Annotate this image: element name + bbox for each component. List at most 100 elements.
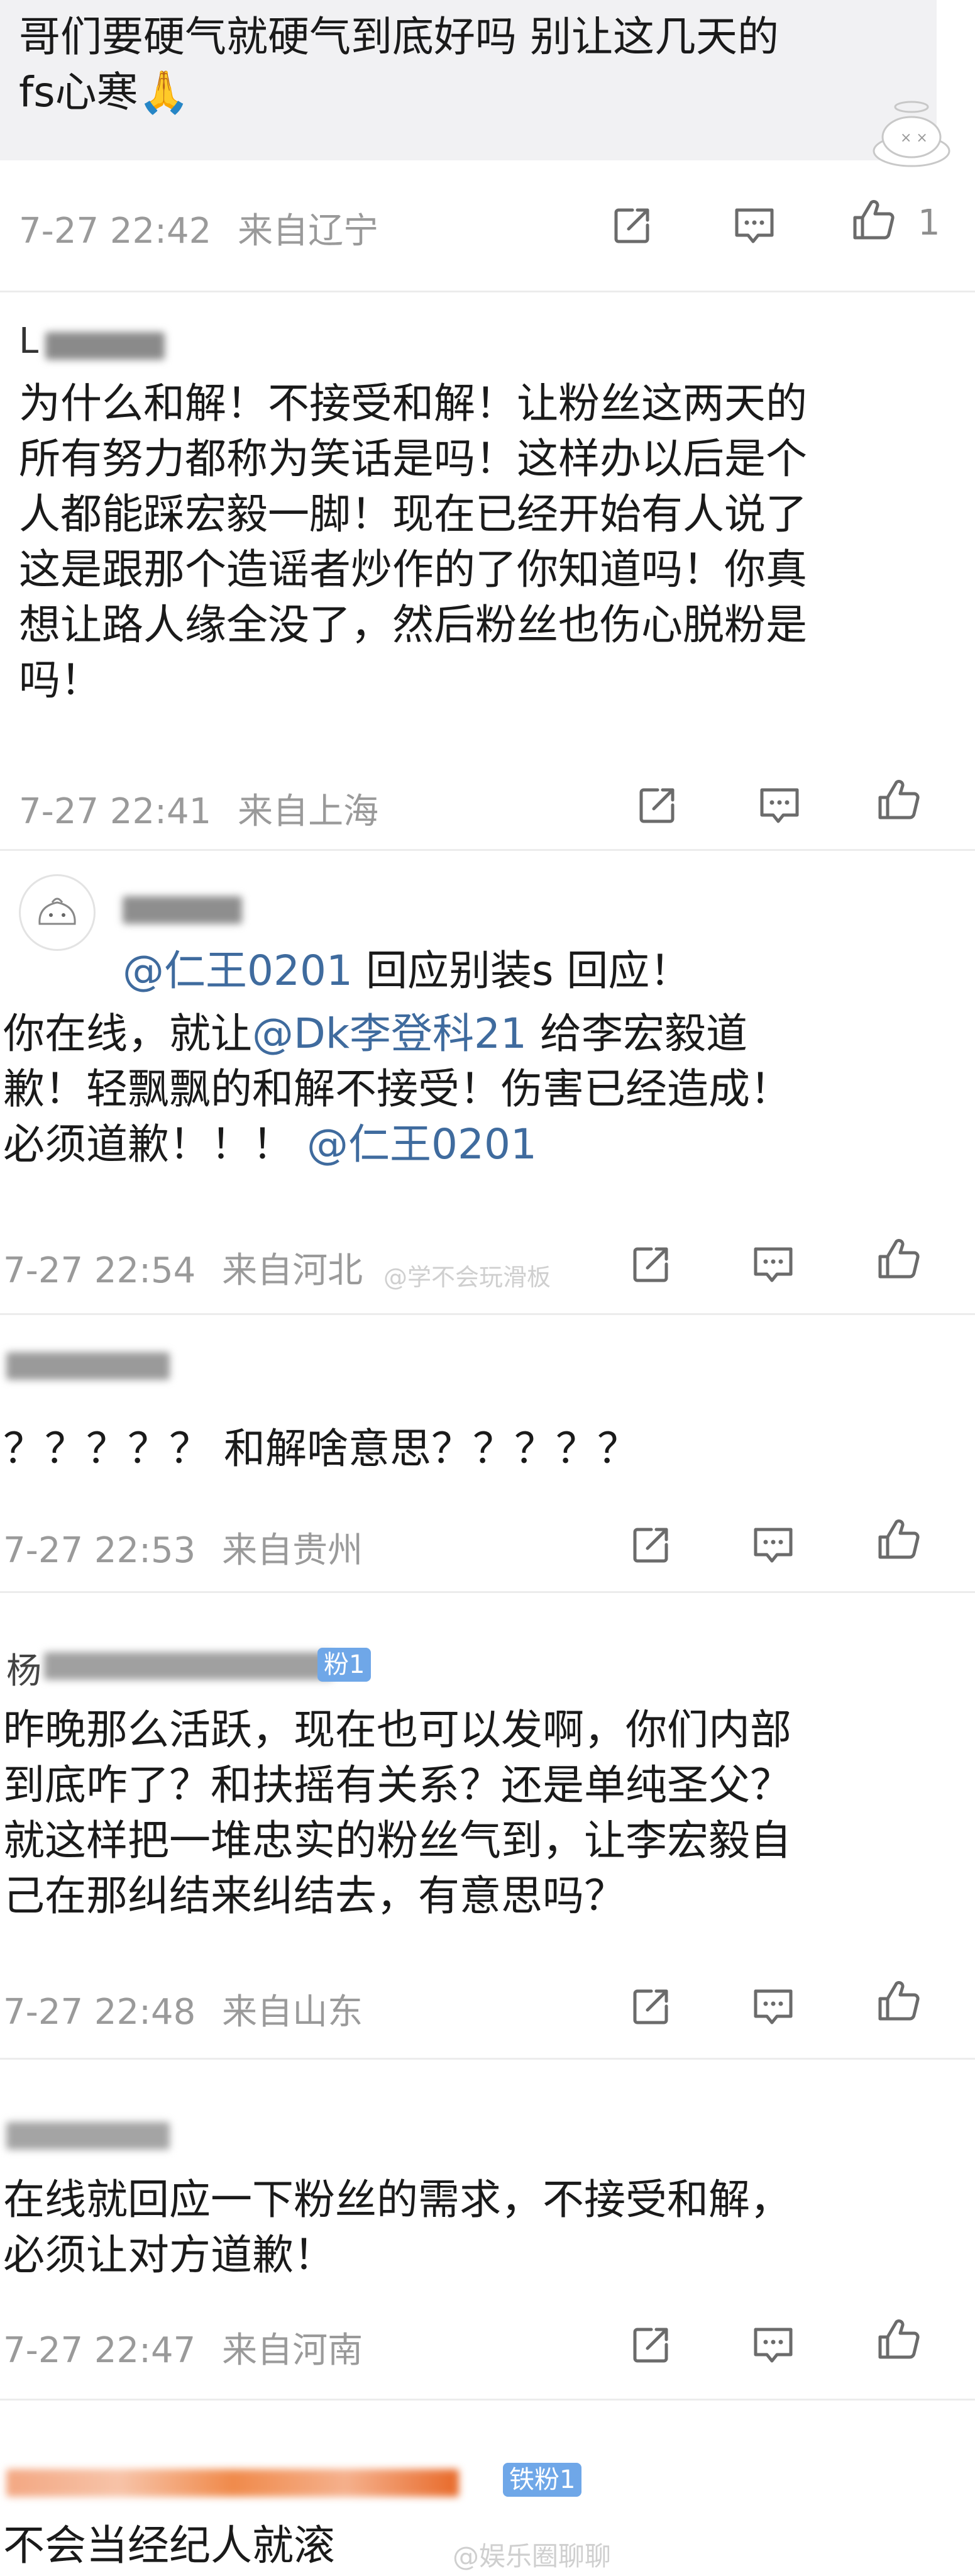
- share-button[interactable]: [626, 2319, 676, 2370]
- comment-meta: 7-27 22:42 来自辽宁: [19, 203, 378, 253]
- like-icon: [874, 1976, 924, 2026]
- comment-line: 己在那纠结来纠结去，有意思吗？: [3, 1872, 625, 1920]
- username: L: [19, 321, 39, 362]
- watermark: @学不会玩滑板: [383, 1263, 551, 1291]
- comment-icon: [729, 200, 779, 250]
- comment-icon: [748, 1239, 798, 1289]
- avatar[interactable]: [19, 874, 96, 951]
- comment-icon: [748, 2319, 798, 2370]
- comment-3: @仁王0201 回应别装s 回应！ 你在线，就让@Dk李登科21 给李宏毅道 歉…: [0, 849, 975, 1314]
- comment-line: 你在线，就让@Dk李登科21 给李宏毅道: [3, 1006, 791, 1062]
- comment-icon: [748, 1519, 798, 1570]
- comment-text: 昨晚那么活跃，现在也可以发啊，你们内部 到底咋了？和扶摇有关系？还是单纯圣父？ …: [3, 1702, 791, 1924]
- username-mask: [6, 1352, 170, 1380]
- comment-icon: [754, 780, 805, 830]
- like-icon: [849, 195, 899, 245]
- comment-time: 7-27 22:47: [3, 2330, 196, 2371]
- comment-line: 歉！轻飘飘的和解不接受！伤害已经造成！: [3, 1065, 791, 1113]
- comment-meta: 7-27 22:53 来自贵州: [3, 1522, 363, 1573]
- comment-text: 你在线，就让@Dk李登科21 给李宏毅道 歉！轻飘飘的和解不接受！伤害已经造成！…: [3, 1006, 791, 1172]
- like-button[interactable]: [874, 1514, 924, 1565]
- username-mask: [123, 896, 242, 924]
- username-mask: [44, 1652, 333, 1680]
- comment-line: 必须道歉！！！ @仁王0201: [3, 1117, 791, 1172]
- share-icon: [626, 2319, 676, 2370]
- comment-location: 来自河南: [222, 2330, 363, 2371]
- fan-badge: 粉1: [317, 1648, 372, 1682]
- comment-location: 来自山东: [222, 1992, 363, 2033]
- avatar-icon: [38, 897, 76, 925]
- share-icon: [626, 1239, 676, 1289]
- comment-2: L 为什么和解！不接受和解！让粉丝这两天的 所有努力都称为笑话是吗！这样办以后是…: [0, 296, 975, 849]
- username-mask: [45, 332, 165, 360]
- share-icon: [626, 1981, 676, 2031]
- like-icon: [874, 1514, 924, 1565]
- watermark: @娱乐圈聊聊: [453, 2541, 612, 2572]
- comment-line: 哥们要硬气就硬气到底好吗 别让这几天的: [19, 13, 779, 61]
- comment-4: ？？？？？ 和解啥意思？？？？？ 7-27 22:53 来自贵州: [0, 1314, 975, 1591]
- username: 杨: [6, 1651, 41, 1692]
- comment-text: 为什么和解！不接受和解！让粉丝这两天的 所有努力都称为笑话是吗！这样办以后是个 …: [19, 376, 807, 708]
- comment-location: 来自贵州: [222, 1530, 363, 1571]
- comment-5: 杨 粉1 昨晚那么活跃，现在也可以发啊，你们内部 到底咋了？和扶摇有关系？还是单…: [0, 1592, 975, 2058]
- like-icon: [874, 1234, 924, 1284]
- reply-button[interactable]: [748, 1519, 798, 1570]
- comment-time: 7-27 22:42: [19, 211, 212, 252]
- comment-segment: 给李宏毅道: [527, 1009, 748, 1058]
- share-icon: [632, 780, 683, 830]
- reply-button[interactable]: [754, 780, 805, 830]
- comment-meta: 7-27 22:54 来自河北: [3, 1242, 363, 1293]
- comment-text: 在线就回应一下粉丝的需求，不接受和解， 必须让对方道歉！: [3, 2172, 791, 2283]
- share-button[interactable]: [626, 1981, 676, 2031]
- comment-line: 这是跟那个造谣者炒作的了你知道吗！你真: [19, 545, 807, 594]
- comment-line: 昨晚那么活跃，现在也可以发啊，你们内部: [3, 1706, 791, 1754]
- reply-button[interactable]: [729, 200, 779, 250]
- share-button[interactable]: [607, 200, 658, 250]
- mention-link[interactable]: @仁王0201: [307, 1120, 537, 1169]
- comment-text: @仁王0201 回应别装s 回应！: [123, 943, 691, 999]
- comment-segment: 回应别装s 回应！: [352, 947, 691, 995]
- reply-button[interactable]: [748, 1239, 798, 1289]
- comment-line: 为什么和解！不接受和解！让粉丝这两天的: [19, 379, 807, 428]
- username-mask: [6, 2122, 170, 2150]
- comment-meta: 7-27 22:47 来自河南: [3, 2322, 363, 2373]
- comment-line: 在线就回应一下粉丝的需求，不接受和解，: [3, 2175, 791, 2224]
- comment-line: 所有努力都称为笑话是吗！这样办以后是个: [19, 435, 807, 483]
- share-button[interactable]: [626, 1239, 676, 1289]
- comment-text: ？？？？？ 和解啥意思？？？？？: [3, 1421, 639, 1477]
- comment-text: 哥们要硬气就硬气到底好吗 别让这几天的 fs心寒🙏: [19, 9, 779, 120]
- mention-link[interactable]: @仁王0201: [123, 947, 353, 995]
- comment-meta: 7-27 22:48 来自山东: [3, 1984, 363, 2035]
- comment-time: 7-27 22:54: [3, 1250, 196, 1291]
- comment-icon: [748, 1981, 798, 2031]
- comment-line: 到底咋了？和扶摇有关系？还是单纯圣父？: [3, 1761, 791, 1809]
- comment-location: 来自辽宁: [238, 211, 379, 252]
- like-icon: [874, 2314, 924, 2365]
- comment-line: 不会当经纪人就滚: [3, 2521, 335, 2570]
- reply-button[interactable]: [748, 1981, 798, 2031]
- like-button[interactable]: [874, 775, 924, 825]
- comment-line: 必须让对方道歉！: [3, 2231, 335, 2279]
- comment-time: 7-27 22:48: [3, 1992, 196, 2033]
- share-icon: [607, 200, 658, 250]
- sticker-icon: × ×: [873, 101, 950, 167]
- share-icon: [626, 1519, 676, 1570]
- like-count: 1: [918, 203, 940, 243]
- like-button[interactable]: [849, 195, 899, 245]
- comment-time: 7-27 22:53: [3, 1530, 196, 1571]
- like-button[interactable]: [874, 1234, 924, 1284]
- comment-line: ？？？？？ 和解啥意思？？？？？: [3, 1424, 639, 1473]
- svg-text:× ×: × ×: [900, 130, 928, 146]
- like-button[interactable]: [874, 2314, 924, 2365]
- reply-button[interactable]: [748, 2319, 798, 2370]
- mention-link[interactable]: @Dk李登科21: [252, 1009, 527, 1058]
- comment-text: 不会当经纪人就滚: [3, 2518, 335, 2573]
- comment-time: 7-27 22:41: [19, 791, 212, 832]
- comment-6: 在线就回应一下粉丝的需求，不接受和解， 必须让对方道歉！ 7-27 22:47 …: [0, 2059, 975, 2399]
- like-button[interactable]: [874, 1976, 924, 2026]
- share-button[interactable]: [632, 780, 683, 830]
- comment-segment: 必须道歉！！！: [3, 1120, 307, 1169]
- comment-location: 来自河北: [222, 1250, 363, 1291]
- share-button[interactable]: [626, 1519, 676, 1570]
- divider: [0, 291, 975, 292]
